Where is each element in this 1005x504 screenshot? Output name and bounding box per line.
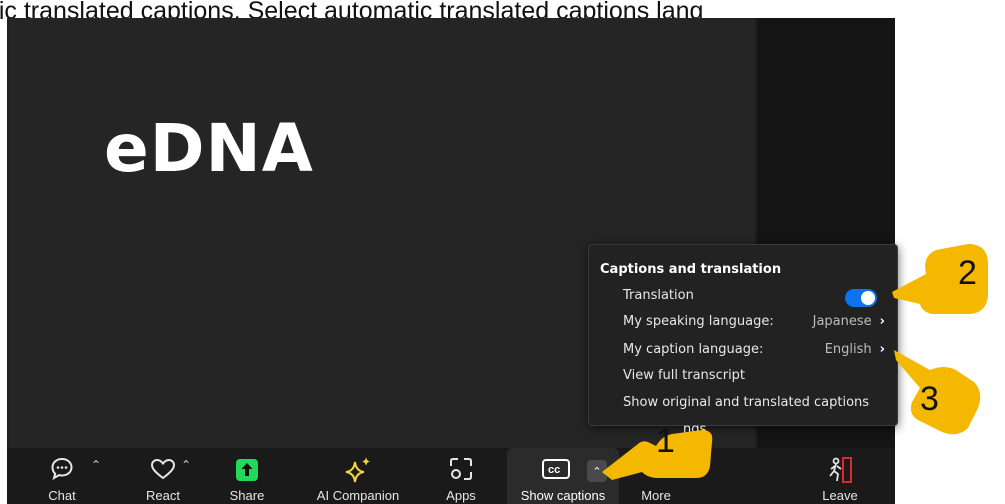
view-transcript-label: View full transcript	[623, 368, 746, 383]
translation-toggle[interactable]	[845, 289, 877, 307]
share-button[interactable]: Share	[222, 448, 272, 504]
pointing-hand-icon	[894, 350, 981, 435]
react-chevron-up-icon[interactable]: ⌃	[181, 458, 191, 472]
callout-number-3: 3	[920, 380, 939, 418]
leave-button[interactable]: Leave	[815, 448, 865, 504]
callout-number-1: 1	[656, 422, 675, 460]
toggle-knob	[861, 291, 875, 305]
view-transcript-item[interactable]: View full transcript	[623, 365, 885, 387]
pointing-hand-icon	[892, 244, 988, 314]
chat-button[interactable]: Chat	[37, 448, 87, 504]
menu-title: Captions and translation	[600, 262, 782, 277]
share-screen-icon	[236, 459, 258, 481]
heart-icon	[150, 458, 176, 480]
apps-button[interactable]: Apps	[437, 448, 485, 504]
meeting-toolbar: Chat ⌃ React ⌃ Share AI Companion Apps S…	[7, 448, 895, 504]
translation-row[interactable]: Translation	[623, 285, 885, 307]
chevron-right-icon: ›	[879, 314, 885, 329]
speaking-language-row[interactable]: My speaking language: Japanese ›	[623, 311, 885, 333]
caption-language-value: English ›	[824, 342, 885, 357]
shared-content-title: eDNA	[104, 110, 314, 187]
cc-icon-text: cc	[548, 464, 561, 476]
react-label: React	[146, 488, 180, 503]
leave-door-icon	[829, 457, 852, 483]
show-original-label: Show original and translated captions	[623, 395, 870, 410]
react-button[interactable]: React	[133, 448, 193, 504]
show-captions-label: Show captions	[520, 488, 606, 503]
share-label: Share	[229, 488, 265, 503]
ai-companion-button[interactable]: AI Companion	[303, 448, 413, 504]
chevron-right-icon: ›	[879, 342, 885, 357]
caption-language-row[interactable]: My caption language: English ›	[623, 339, 885, 361]
more-label: More	[641, 488, 671, 503]
caption-language-label: My caption language:	[623, 342, 764, 357]
callout-number-2: 2	[958, 254, 977, 292]
sparkle-icon	[345, 457, 370, 483]
apps-label: Apps	[446, 488, 476, 503]
translation-label: Translation	[623, 288, 694, 303]
apps-icon	[450, 458, 472, 480]
leave-label: Leave	[822, 488, 858, 503]
chat-label: Chat	[48, 488, 76, 503]
captions-translation-menu: Captions and translation Translation My …	[588, 244, 898, 437]
chat-icon	[51, 457, 73, 481]
speaking-language-value: Japanese ›	[812, 314, 885, 329]
ai-companion-label: AI Companion	[316, 488, 400, 503]
chat-chevron-up-icon[interactable]: ⌃	[91, 458, 101, 472]
speaking-language-label: My speaking language:	[623, 314, 774, 329]
